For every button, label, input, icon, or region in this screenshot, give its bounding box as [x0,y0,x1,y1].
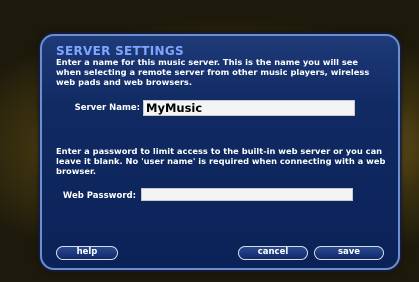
server-settings-dialog: SERVER SETTINGS Enter a name for this mu… [40,34,400,270]
web-password-label: Web Password: [62,191,136,201]
save-button[interactable]: save [314,246,384,260]
server-name-description: Enter a name for this music server. This… [56,57,370,87]
password-description: Enter a password to limit access to the … [56,146,386,176]
web-password-input[interactable] [141,188,353,201]
server-name-input[interactable]: MyMusic [143,100,355,116]
server-name-label: Server Name: [74,103,140,113]
cancel-button[interactable]: cancel [238,246,308,260]
help-button[interactable]: help [56,246,118,260]
dialog-title: SERVER SETTINGS [56,44,184,58]
